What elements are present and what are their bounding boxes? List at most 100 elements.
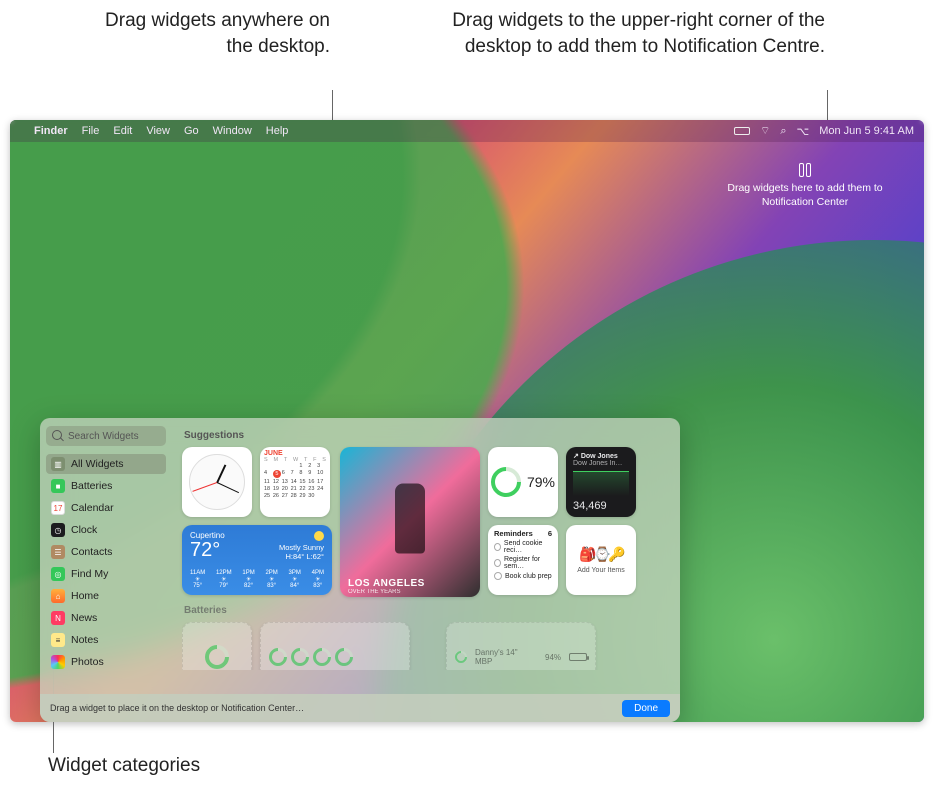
- sidebar-item-all-widgets[interactable]: ▥ All Widgets: [46, 454, 166, 474]
- menu-go[interactable]: Go: [184, 125, 199, 137]
- search-input[interactable]: [46, 426, 166, 446]
- sidebar-item-label: Notes: [71, 634, 98, 646]
- sidebar-item-photos[interactable]: Photos: [46, 652, 166, 672]
- photo-subject: [395, 484, 425, 554]
- sidebar-item-notes[interactable]: ≡ Notes: [46, 630, 166, 650]
- sidebar-item-label: Clock: [71, 524, 97, 536]
- widget-stack-icon: [794, 162, 816, 178]
- battery-device-name: Danny's 14" MBP: [475, 648, 537, 666]
- widget-calendar[interactable]: June SMTWTFS 123456789101112131415161718…: [260, 447, 330, 517]
- sidebar-item-label: News: [71, 612, 97, 624]
- weather-condition: Mostly Sunny: [279, 543, 324, 552]
- mac-desktop: Finder File Edit View Go Window Help ⌔ ⌕…: [10, 120, 924, 722]
- sidebar-item-find-my[interactable]: ◎ Find My: [46, 564, 166, 584]
- stocks-sparkline: [573, 471, 629, 496]
- nc-drop-label: Drag widgets here to add them to Notific…: [700, 182, 910, 209]
- widget-battery-multi[interactable]: [260, 622, 410, 670]
- sidebar-item-label: Photos: [71, 656, 104, 668]
- reminders-count: 6: [548, 529, 552, 538]
- widget-battery-device[interactable]: Danny's 14" MBP 94%: [446, 622, 596, 670]
- weather-hilo: H:84° L:62°: [279, 552, 324, 561]
- stocks-value: 34,469: [573, 500, 629, 512]
- done-button[interactable]: Done: [622, 700, 670, 717]
- widget-gallery-window: ▥ All Widgets ■ Batteries 17 Calendar ◷ …: [40, 418, 680, 722]
- contacts-app-icon: ☰: [51, 545, 65, 559]
- widget-battery[interactable]: 79%: [488, 447, 558, 517]
- widget-photos-memory[interactable]: LOS ANGELES OVER THE YEARS: [340, 447, 480, 597]
- photos-app-icon: [51, 655, 65, 669]
- callout-drag-nc: Drag widgets to the upper-right corner o…: [390, 8, 825, 59]
- widget-battery-small[interactable]: [182, 622, 252, 670]
- section-header-batteries: Batteries: [184, 605, 670, 616]
- control-center-icon[interactable]: ⌥: [797, 125, 810, 138]
- callout-drag-anywhere: Drag widgets anywhere on the desktop.: [80, 8, 330, 59]
- calendar-day-grid: 1234567891011121314151617181920212223242…: [264, 463, 326, 499]
- battery-pill-icon: [569, 653, 587, 661]
- menu-help[interactable]: Help: [266, 125, 289, 137]
- sidebar-item-label: All Widgets: [71, 458, 124, 470]
- home-app-icon: ⌂: [51, 589, 65, 603]
- search-icon: [52, 430, 62, 440]
- photos-subtitle: OVER THE YEARS: [348, 589, 400, 595]
- stocks-symbol: ↗ Dow Jones: [573, 452, 629, 460]
- battery-ring-icon: [453, 649, 470, 666]
- battery-status-icon[interactable]: [734, 127, 750, 135]
- items-illustration-icon: 🎒⌚️🔑: [579, 546, 622, 563]
- battery-ring-icon: [287, 644, 312, 669]
- widget-weather[interactable]: Cupertino 72° Mostly Sunny H:84° L:62° 1…: [182, 525, 332, 595]
- wifi-status-icon[interactable]: ⌔: [760, 124, 770, 138]
- battery-device-pct: 94%: [545, 653, 561, 662]
- menu-edit[interactable]: Edit: [113, 125, 132, 137]
- footer-hint: Drag a widget to place it on the desktop…: [50, 703, 304, 713]
- stocks-subtitle: Dow Jones In…: [573, 460, 629, 467]
- sidebar-item-label: Find My: [71, 568, 108, 580]
- news-app-icon: N: [51, 611, 65, 625]
- battery-ring-icon: [200, 640, 234, 670]
- search-field[interactable]: [46, 426, 166, 446]
- menu-view[interactable]: View: [146, 125, 170, 137]
- menu-file[interactable]: File: [82, 125, 100, 137]
- calendar-month: June: [264, 450, 326, 457]
- widget-stocks[interactable]: ↗ Dow Jones Dow Jones In… 34,469: [566, 447, 636, 517]
- clock-face-icon: [189, 454, 245, 510]
- widget-find-my-items[interactable]: 🎒⌚️🔑 Add Your Items: [566, 525, 636, 595]
- reminder-item: Book club prep: [494, 572, 552, 580]
- battery-ring-icon: [488, 461, 527, 503]
- findmy-app-icon: ◎: [51, 567, 65, 581]
- widget-gallery-footer: Drag a widget to place it on the desktop…: [40, 694, 680, 722]
- reminder-item: Send cookie reci…: [494, 540, 552, 554]
- section-header-suggestions: Suggestions: [184, 430, 670, 441]
- menu-app[interactable]: Finder: [34, 125, 68, 137]
- weather-temp: 72°: [190, 540, 225, 560]
- menu-bar: Finder File Edit View Go Window Help ⌔ ⌕…: [10, 120, 924, 142]
- find-my-label: Add Your Items: [577, 567, 624, 574]
- widget-sidebar: ▥ All Widgets ■ Batteries 17 Calendar ◷ …: [40, 418, 172, 694]
- battery-percent: 79%: [527, 474, 555, 490]
- widget-reminders[interactable]: Reminders 6 Send cookie reci… Register f…: [488, 525, 558, 595]
- notes-app-icon: ≡: [51, 633, 65, 647]
- battery-ring-icon: [265, 644, 290, 669]
- reminders-title: Reminders: [494, 529, 533, 538]
- menubar-clock[interactable]: Mon Jun 5 9:41 AM: [819, 125, 914, 137]
- callout-widget-categories: Widget categories: [48, 755, 200, 777]
- photos-title: LOS ANGELES: [348, 578, 425, 589]
- sidebar-item-label: Calendar: [71, 502, 114, 514]
- menu-window[interactable]: Window: [213, 125, 252, 137]
- sidebar-item-calendar[interactable]: 17 Calendar: [46, 498, 166, 518]
- sun-icon: [314, 531, 324, 541]
- weather-hourly-row: 11AM☀︎75°12PM☀︎79°1PM☀︎82°2PM☀︎83°3PM☀︎8…: [190, 570, 324, 589]
- calendar-app-icon: 17: [51, 501, 65, 515]
- sidebar-item-home[interactable]: ⌂ Home: [46, 586, 166, 606]
- sidebar-item-clock[interactable]: ◷ Clock: [46, 520, 166, 540]
- sidebar-item-label: Contacts: [71, 546, 112, 558]
- notification-center-drop-target[interactable]: Drag widgets here to add them to Notific…: [700, 162, 910, 209]
- sidebar-item-news[interactable]: N News: [46, 608, 166, 628]
- sidebar-item-batteries[interactable]: ■ Batteries: [46, 476, 166, 496]
- widget-clock[interactable]: [182, 447, 252, 517]
- clock-app-icon: ◷: [51, 523, 65, 537]
- battery-ring-icon: [331, 644, 356, 669]
- spotlight-icon[interactable]: ⌕: [780, 125, 786, 138]
- sidebar-item-label: Home: [71, 590, 99, 602]
- sidebar-item-contacts[interactable]: ☰ Contacts: [46, 542, 166, 562]
- sidebar-item-label: Batteries: [71, 480, 112, 492]
